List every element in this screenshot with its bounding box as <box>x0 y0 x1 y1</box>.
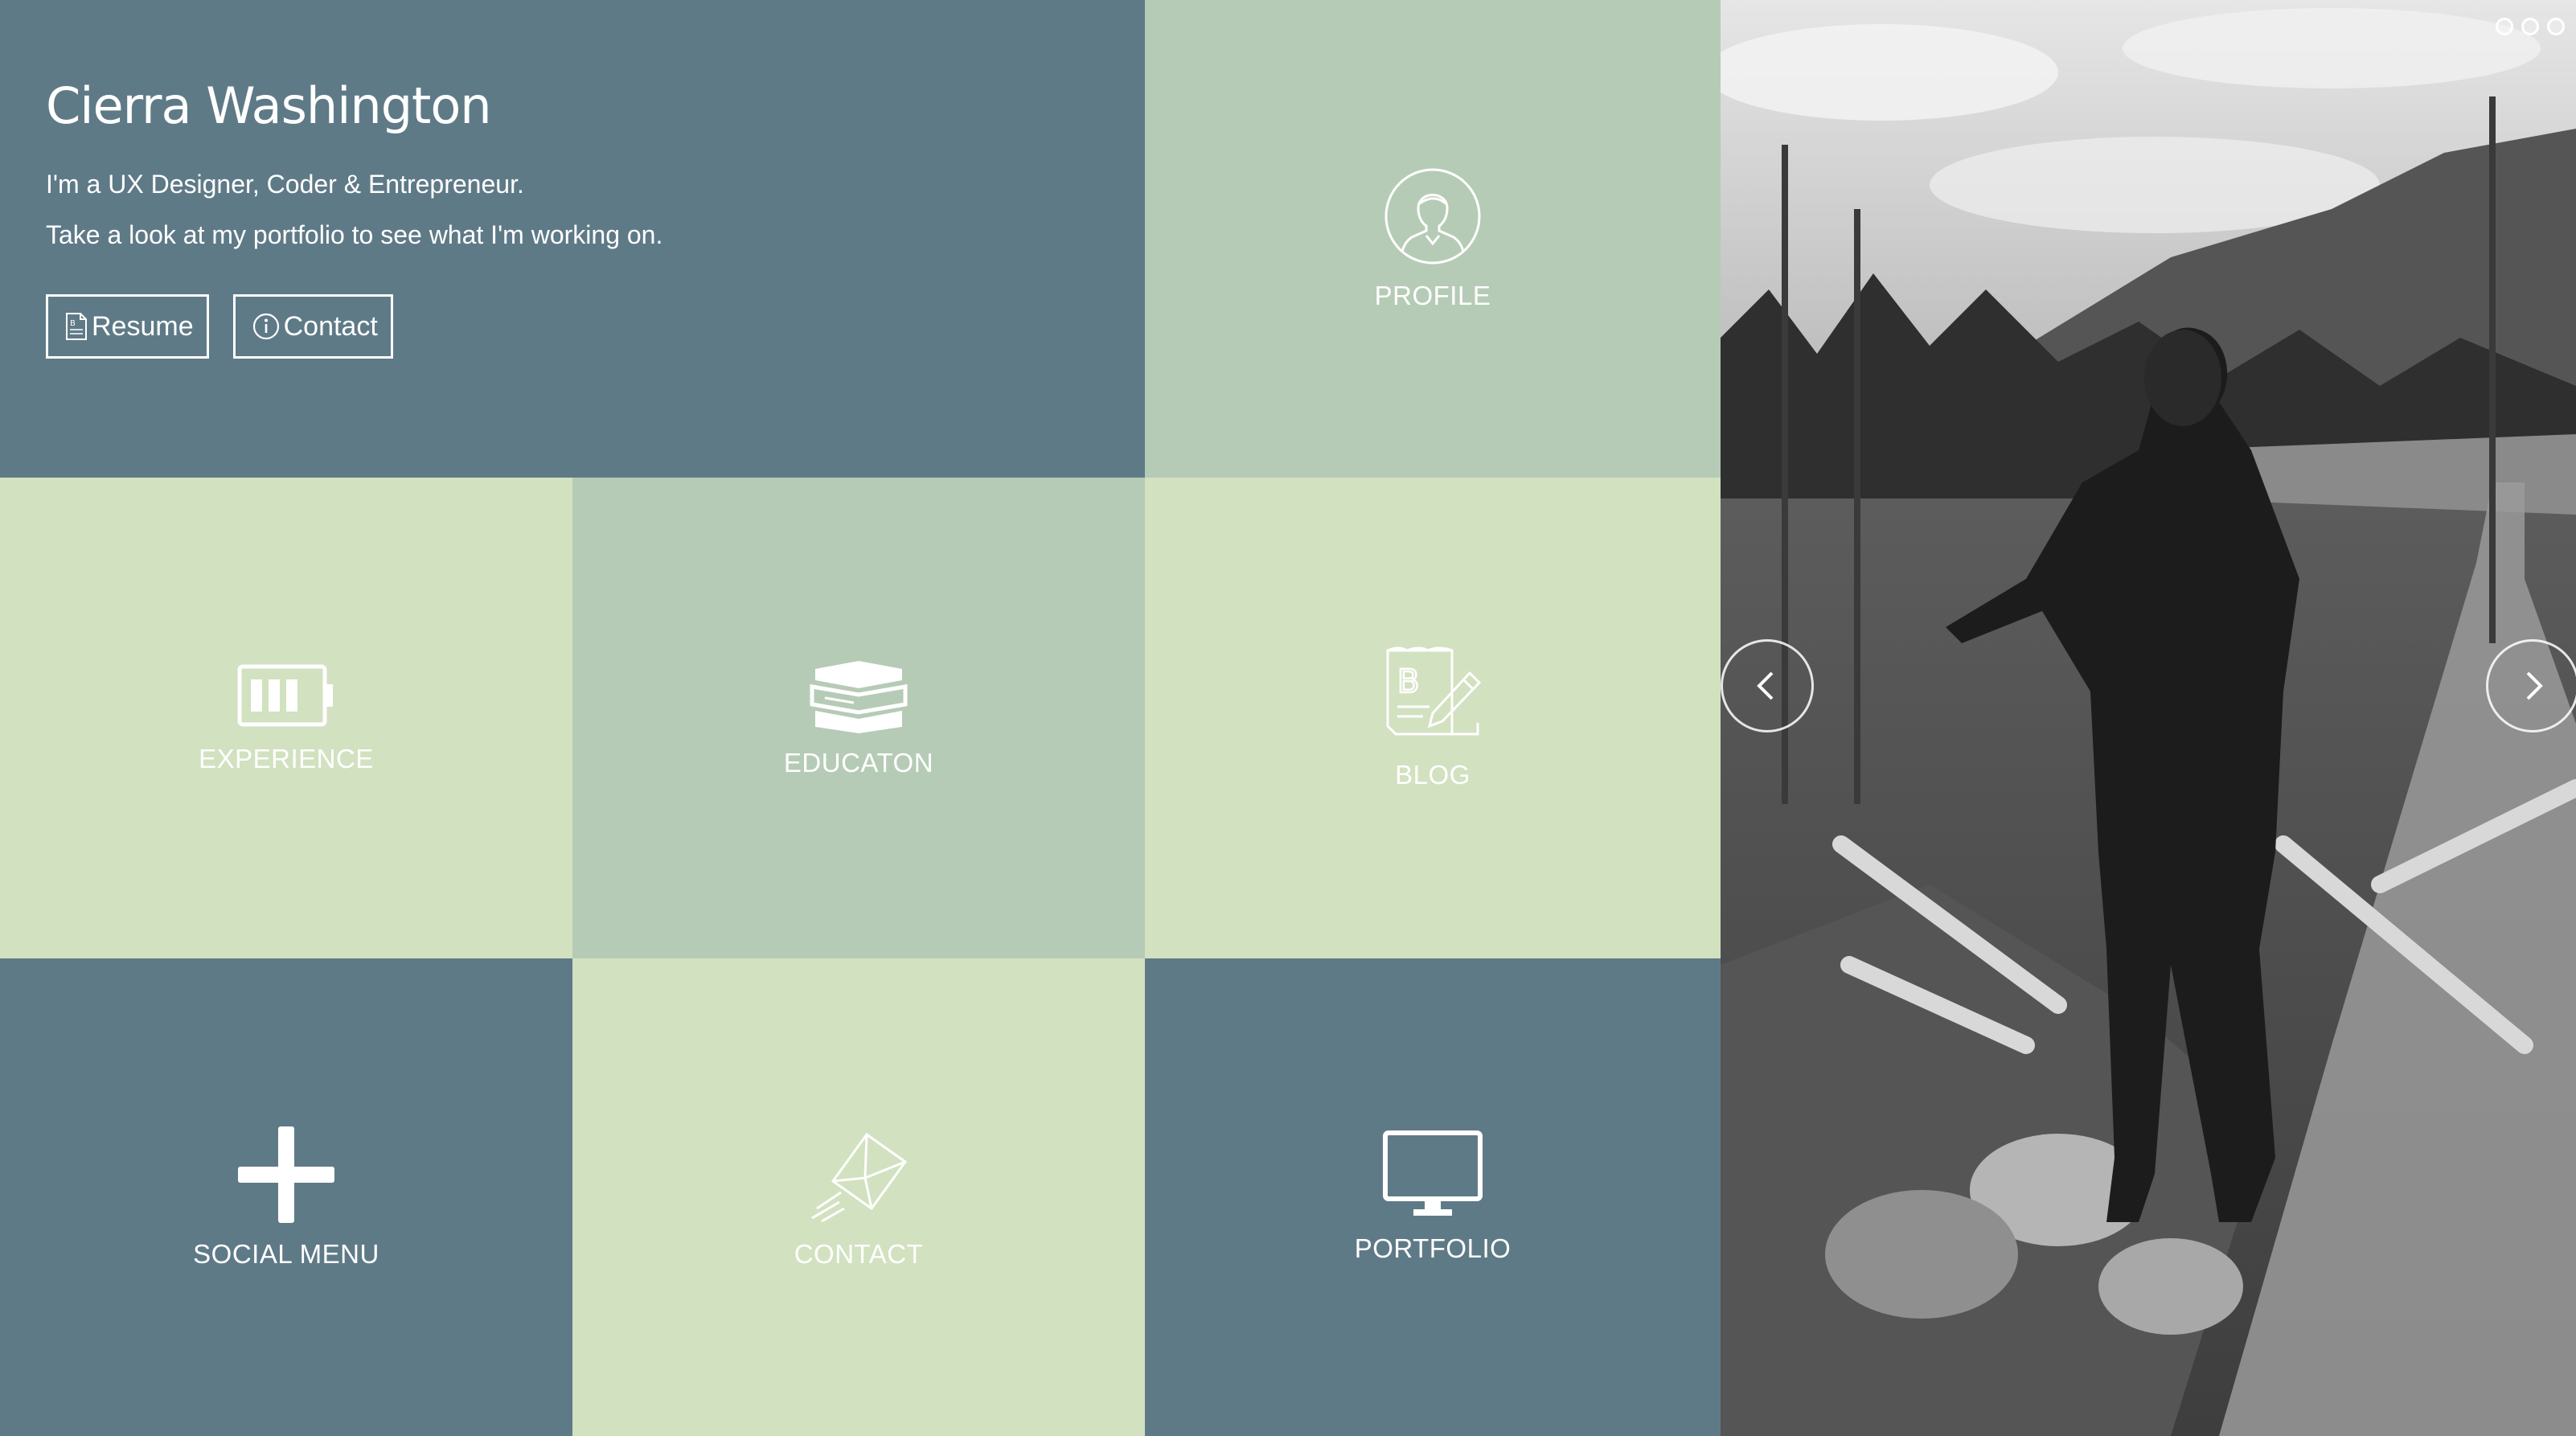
info-icon <box>252 313 279 340</box>
tile-blog-label: BLOG <box>1395 760 1471 790</box>
resume-button-label: Resume <box>92 310 194 342</box>
carousel-dot[interactable] <box>2496 18 2513 35</box>
tile-blog[interactable]: B BLOG <box>1145 478 1721 958</box>
tile-contact[interactable]: CONTACT <box>572 958 1145 1436</box>
photo-carousel <box>1721 0 2576 1436</box>
carousel-next-button[interactable] <box>2486 639 2576 732</box>
battery-icon <box>237 664 333 727</box>
svg-text:B: B <box>1397 663 1419 700</box>
carousel-dot[interactable] <box>2547 18 2565 35</box>
blog-edit-icon: B <box>1386 646 1482 736</box>
carousel-indicators <box>2496 18 2565 35</box>
tile-contact-label: CONTACT <box>794 1239 924 1269</box>
tile-profile-label: PROFILE <box>1374 281 1491 310</box>
intro-panel: Cierra Washington I'm a UX Designer, Cod… <box>0 0 1145 478</box>
monitor-icon <box>1383 1130 1483 1216</box>
contact-button-label: Contact <box>283 310 378 342</box>
tile-profile[interactable]: PROFILE <box>1145 0 1721 478</box>
chevron-right-icon <box>2526 671 2543 700</box>
tile-social-menu[interactable]: SOCIAL MENU <box>0 958 572 1436</box>
resume-button[interactable]: B Resume <box>46 294 209 359</box>
envelope-icon <box>811 1132 908 1223</box>
chevron-left-icon <box>1757 671 1774 700</box>
intro-buttons: B Resume Contact <box>46 294 1145 359</box>
person-circle-icon <box>1384 168 1481 265</box>
document-icon: B <box>66 313 87 340</box>
carousel-dot[interactable] <box>2521 18 2539 35</box>
tile-education[interactable]: EDUCATON <box>572 478 1145 958</box>
plus-icon <box>238 1126 334 1223</box>
tile-experience-label: EXPERIENCE <box>199 744 374 773</box>
intro-text: Take a look at my portfolio to see what … <box>46 220 663 249</box>
tagline: I'm a UX Designer, Coder & Entrepreneur. <box>46 170 524 199</box>
contact-button[interactable]: Contact <box>232 294 393 359</box>
books-icon <box>810 661 908 733</box>
tile-experience[interactable]: EXPERIENCE <box>0 478 572 958</box>
page-title: Cierra Washington <box>46 76 492 135</box>
tile-education-label: EDUCATON <box>783 748 934 777</box>
svg-text:B: B <box>70 319 76 328</box>
portrait-photo <box>1721 0 2576 1436</box>
carousel-prev-button[interactable] <box>1721 639 1814 732</box>
tile-social-menu-label: SOCIAL MENU <box>193 1239 379 1269</box>
tile-portfolio-label: PORTFOLIO <box>1354 1233 1512 1263</box>
tile-portfolio[interactable]: PORTFOLIO <box>1145 958 1721 1436</box>
